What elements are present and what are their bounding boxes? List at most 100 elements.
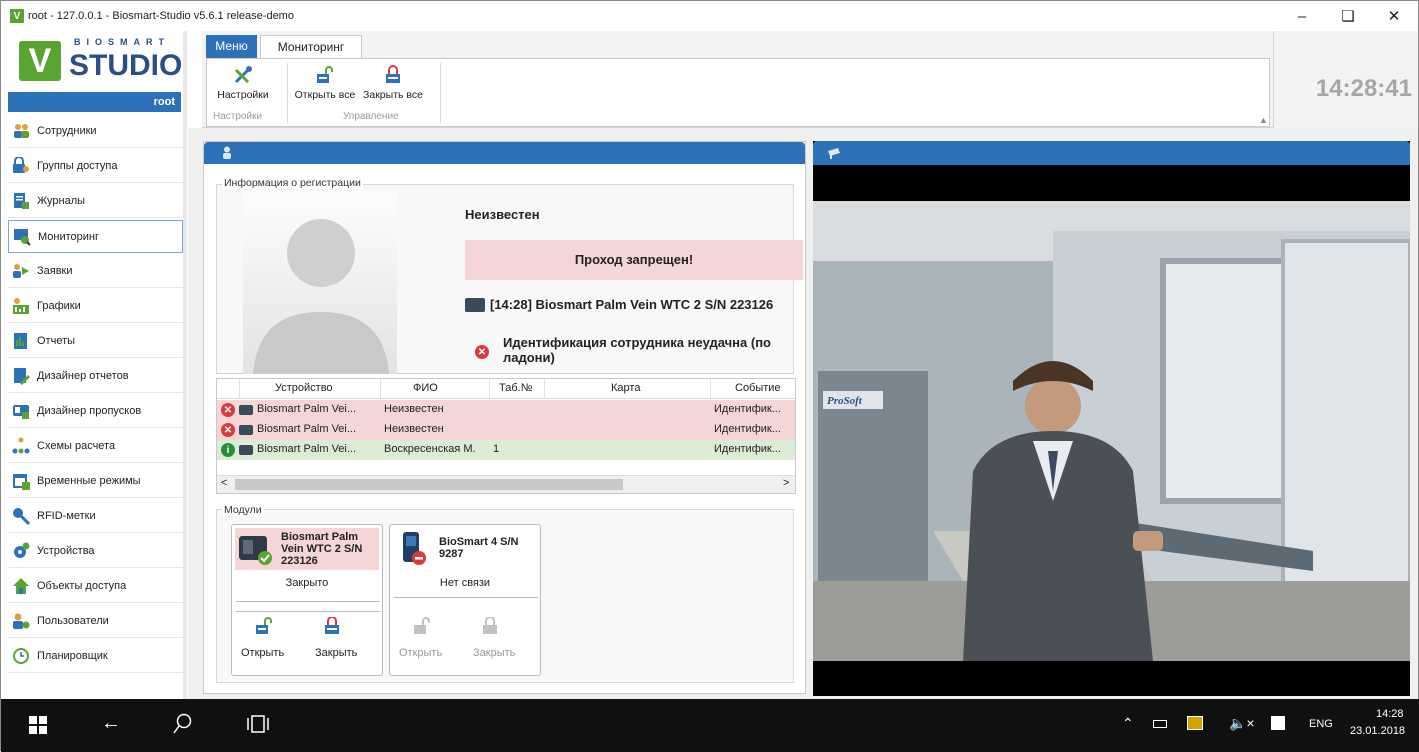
table-header: Устройство ФИО Таб.№ Карта Событие — [217, 379, 795, 399]
windows-start-icon[interactable] — [29, 716, 47, 737]
maximize-button[interactable]: ❏ — [1325, 1, 1371, 31]
sidebar-item-report-designer[interactable]: Дизайнер отчетов — [8, 360, 183, 393]
lock-key-icon — [12, 156, 30, 175]
notifications-icon[interactable] — [1271, 716, 1285, 730]
scroll-right-icon[interactable]: > — [783, 477, 789, 489]
sidebar-item-access-groups[interactable]: Группы доступа — [8, 150, 183, 183]
cell-name: Неизвестен — [384, 423, 444, 435]
network-icon[interactable] — [1187, 716, 1203, 730]
sidebar-item-requests[interactable]: Заявки — [8, 255, 183, 288]
col-device[interactable]: Устройство — [275, 382, 333, 394]
sidebar-item-employees[interactable]: Сотрудники — [8, 115, 183, 148]
prosoft-logo: ProSoft — [827, 395, 863, 407]
sidebar-item-label: Схемы расчета — [37, 440, 116, 452]
sidebar-item-time-modes[interactable]: Временные режимы — [8, 465, 183, 498]
close-all-label: Закрыть все — [363, 89, 423, 101]
palm-scanner-icon — [239, 534, 273, 569]
sidebar-item-users[interactable]: Пользователи — [8, 605, 183, 638]
gear-icon — [12, 542, 30, 560]
sidebar-item-scheduler[interactable]: Планировщик — [8, 640, 183, 673]
open-all-button[interactable]: Открыть все — [292, 65, 358, 105]
module-lock-icon[interactable] — [322, 616, 342, 635]
error-icon: ✕ — [475, 345, 489, 359]
sidebar-item-journals[interactable]: Журналы — [8, 185, 183, 218]
module-header: Biosmart Palm Vein WTC 2 S/N 223126 — [235, 528, 379, 570]
current-user: root — [8, 92, 181, 112]
minimize-button[interactable]: – — [1279, 1, 1325, 31]
module-close-button[interactable]: Закрыть — [473, 647, 515, 659]
module-open-button[interactable]: Открыть — [241, 647, 284, 659]
module-lock-icon[interactable] — [480, 616, 500, 635]
sidebar-item-label: Объекты доступа — [37, 580, 127, 592]
biosmart-logo: V BIOSMART STUDIO — [19, 37, 182, 87]
ribbon-separator — [440, 63, 441, 123]
title-bar: V root - 127.0.0.1 - Biosmart-Studio v5.… — [1, 1, 1418, 31]
tray-date[interactable]: 23.01.2018 — [1350, 725, 1405, 737]
logo-mark: V — [19, 41, 61, 81]
lock-icon — [383, 65, 403, 85]
cell-device: Biosmart Palm Vei... — [257, 423, 357, 435]
sidebar-item-label: Мониторинг — [38, 230, 100, 243]
monitor-search-icon — [13, 228, 31, 246]
module-card[interactable]: BioSmart 4 S/N 9287 Нет связи Открыть За… — [389, 524, 541, 676]
sidebar-item-rfid[interactable]: RFID-метки — [8, 500, 183, 533]
sidebar-item-devices[interactable]: Устройства — [8, 535, 183, 568]
scroll-thumb[interactable] — [235, 479, 623, 490]
settings-button[interactable]: Настройки — [213, 65, 273, 105]
sidebar-item-pass-designer[interactable]: Дизайнер пропусков — [8, 395, 183, 428]
search-icon[interactable] — [173, 713, 193, 738]
col-name[interactable]: ФИО — [413, 382, 438, 394]
col-tab[interactable]: Таб.№ — [499, 382, 533, 394]
tray-expand-icon[interactable]: ⌃ — [1122, 715, 1134, 732]
module-unlock-icon[interactable] — [254, 617, 274, 635]
device-icon — [465, 297, 485, 312]
sidebar-item-label: Журналы — [37, 195, 86, 207]
module-title: Biosmart Palm Vein WTC 2 S/N 223126 — [281, 531, 363, 567]
sidebar-item-label: Графики — [37, 300, 81, 312]
back-arrow-icon[interactable]: ← — [101, 712, 121, 735]
horizontal-scrollbar[interactable]: < > — [217, 475, 795, 493]
language-indicator[interactable]: ENG — [1309, 718, 1333, 730]
camera-feed[interactable]: ProSoft — [813, 201, 1410, 661]
col-card[interactable]: Карта — [611, 382, 640, 394]
module-open-button[interactable]: Открыть — [399, 647, 442, 659]
sidebar-item-calc-schemes[interactable]: Схемы расчета — [8, 430, 183, 463]
tray-time[interactable]: 14:28 — [1376, 708, 1404, 720]
device-line: [14:28] Biosmart Palm Vein WTC 2 S/N 223… — [465, 297, 773, 312]
sidebar-item-schedules[interactable]: Графики — [8, 290, 183, 323]
sidebar-item-reports[interactable]: Отчеты — [8, 325, 183, 358]
ribbon-body: Настройки Открыть все Закрыть все Настро… — [206, 58, 1270, 127]
tab-monitoring[interactable]: Мониторинг — [260, 35, 362, 59]
table-row[interactable]: ✕ Biosmart Palm Vei... Неизвестен Иденти… — [217, 400, 795, 420]
sidebar-item-label: Дизайнер отчетов — [37, 370, 129, 382]
sidebar-item-access-objects[interactable]: Объекты доступа — [8, 570, 183, 603]
registration-legend: Информация о регистрации — [222, 177, 363, 189]
close-button[interactable]: ✕ — [1371, 1, 1417, 31]
users-icon — [12, 122, 30, 140]
module-unlock-icon[interactable] — [412, 617, 432, 635]
table-row[interactable]: i Biosmart Palm Vei... Воскресенская М. … — [217, 440, 795, 460]
user-settings-icon — [12, 612, 30, 630]
tab-menu[interactable]: Меню — [206, 35, 257, 59]
battery-icon[interactable] — [1153, 720, 1167, 728]
module-close-button[interactable]: Закрыть — [315, 647, 357, 659]
sidebar-item-label: RFID-метки — [37, 510, 96, 522]
sidebar-scrollbar[interactable] — [183, 31, 187, 699]
cell-device: Biosmart Palm Vei... — [257, 443, 357, 455]
open-all-label: Открыть все — [294, 89, 356, 101]
ribbon-collapse-icon[interactable]: ▲ — [1259, 115, 1268, 125]
device-icon — [239, 445, 253, 455]
panel-header — [204, 142, 805, 164]
table-row[interactable]: ✕ Biosmart Palm Vei... Неизвестен Иденти… — [217, 420, 795, 440]
window-title: root - 127.0.0.1 - Biosmart-Studio v5.6.… — [28, 10, 294, 22]
sidebar-item-monitoring[interactable]: Мониторинг — [8, 220, 183, 253]
modules-legend: Модули — [222, 504, 264, 516]
module-card[interactable]: Biosmart Palm Vein WTC 2 S/N 223126 Закр… — [231, 524, 383, 676]
volume-muted-icon[interactable]: 🔈× — [1229, 715, 1255, 732]
close-all-button[interactable]: Закрыть все — [360, 65, 426, 105]
settings-label: Настройки — [217, 89, 269, 101]
col-event[interactable]: Событие — [735, 382, 781, 394]
task-view-icon[interactable] — [247, 714, 269, 737]
scroll-left-icon[interactable]: < — [221, 477, 227, 489]
sidebar-item-label: Планировщик — [37, 650, 108, 662]
